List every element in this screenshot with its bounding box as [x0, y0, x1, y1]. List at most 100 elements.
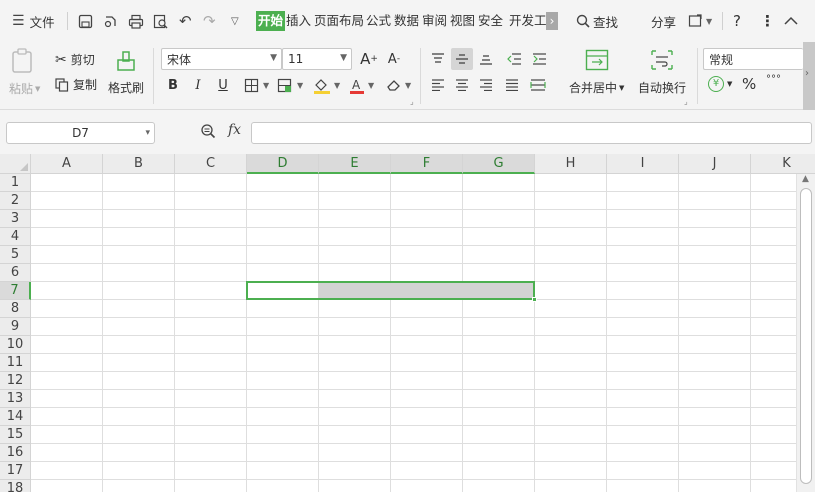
column-header-e[interactable]: E [319, 154, 391, 174]
row-header-4[interactable]: 4 [0, 228, 31, 246]
tab-home[interactable]: 开始 [256, 11, 286, 31]
row-header-6[interactable]: 6 [0, 264, 31, 282]
column-header-d[interactable]: D [247, 154, 319, 174]
tab-formulas[interactable]: 公式 [365, 11, 392, 31]
spreadsheet-grid[interactable]: ABCDEFGHIJK 1 2 3 4 5 6 7 8 9 10 11 12 13 14 15 16 17 18 … [0, 154, 815, 492]
wrap-text-button[interactable]: 自动换行 [638, 79, 686, 96]
help-button[interactable]: ? [733, 0, 741, 42]
search-button[interactable]: 查找 [576, 0, 618, 42]
chevron-down-icon[interactable]: ▼ [405, 81, 411, 90]
tab-view[interactable]: 视图 [449, 11, 476, 31]
paste-dropdown[interactable]: 粘贴 ▼ [9, 80, 40, 97]
column-header-b[interactable]: B [103, 154, 175, 174]
borders-button[interactable] [240, 74, 262, 96]
distributed-align-button[interactable] [527, 74, 549, 96]
row-header-13[interactable]: 13 [0, 390, 31, 408]
font-name-select[interactable]: 宋体 ▼ [161, 48, 282, 70]
column-header-k[interactable]: K [751, 154, 815, 174]
justify-button[interactable] [501, 74, 523, 96]
more-tabs-button[interactable]: › [546, 12, 558, 30]
tab-review[interactable]: 审阅 [421, 11, 448, 31]
paste-button[interactable] [11, 48, 33, 74]
row-header-3[interactable]: 3 [0, 210, 31, 228]
column-header-j[interactable]: J [679, 154, 751, 174]
row-header-17[interactable]: 17 [0, 462, 31, 480]
insert-function-button[interactable]: fx [228, 122, 241, 138]
row-header-18[interactable]: 18 [0, 480, 31, 492]
align-bottom-button[interactable] [475, 48, 497, 70]
chevron-down-icon[interactable]: ▼ [263, 81, 269, 90]
row-header-1[interactable]: 1 [0, 174, 31, 192]
italic-button[interactable]: I [187, 74, 209, 96]
decrease-indent-button[interactable] [503, 48, 525, 70]
number-format-select[interactable]: 常规 [703, 48, 803, 70]
row-header-8[interactable]: 8 [0, 300, 31, 318]
quick-access-dropdown-icon[interactable]: ▽ [231, 0, 239, 42]
cell-style-button[interactable] [274, 74, 296, 96]
redo-icon[interactable]: ↷ [203, 0, 216, 42]
vertical-scrollbar[interactable]: ▲ [796, 174, 815, 492]
align-middle-button[interactable] [451, 48, 473, 70]
row-header-10[interactable]: 10 [0, 336, 31, 354]
tab-developer[interactable]: 开发工 [508, 11, 548, 31]
tab-insert[interactable]: 插入 [285, 11, 312, 31]
decrease-font-size-button[interactable]: A- [383, 48, 405, 70]
cut-button[interactable]: ✂ 剪切 [55, 51, 95, 68]
ribbon-scroll-right[interactable]: › [803, 42, 815, 110]
currency-button[interactable]: ¥ ▼ [708, 76, 732, 92]
increase-font-size-button[interactable]: A + [358, 48, 380, 70]
row-header-5[interactable]: 5 [0, 246, 31, 264]
fill-handle[interactable] [532, 297, 537, 302]
underline-button[interactable]: U [212, 74, 234, 96]
scrollbar-thumb[interactable] [800, 188, 812, 484]
chevron-down-icon[interactable]: ▼ [297, 81, 303, 90]
thousands-separator-button[interactable]: °°° [766, 75, 781, 85]
row-header-2[interactable]: 2 [0, 192, 31, 210]
format-painter-button[interactable]: 格式刷 [108, 79, 144, 96]
select-all-corner[interactable] [0, 154, 31, 174]
tab-data[interactable]: 数据 [393, 11, 420, 31]
alignment-dialog-launcher-icon[interactable]: ⌟ [684, 97, 688, 106]
copy-button[interactable]: 复制 [55, 76, 97, 93]
tab-security[interactable]: 安全 [477, 11, 504, 31]
share-button[interactable]: 分享 [651, 0, 676, 42]
row-header-11[interactable]: 11 [0, 354, 31, 372]
print-icon[interactable] [128, 0, 144, 42]
font-color-button[interactable]: A [346, 74, 368, 96]
align-center-button[interactable] [451, 74, 473, 96]
scroll-up-icon[interactable]: ▲ [802, 174, 809, 184]
chevron-down-icon[interactable]: ▼ [368, 81, 374, 90]
row-header-16[interactable]: 16 [0, 444, 31, 462]
align-left-button[interactable] [427, 74, 449, 96]
row-header-12[interactable]: 12 [0, 372, 31, 390]
undo-icon[interactable]: ↶ [179, 0, 192, 42]
print-preview-icon[interactable] [153, 0, 168, 42]
clear-button[interactable] [383, 74, 405, 96]
row-header-9[interactable]: 9 [0, 318, 31, 336]
bold-button[interactable]: B [162, 74, 184, 96]
file-menu[interactable]: ☰ 文件 [12, 0, 55, 42]
save-icon[interactable] [78, 0, 93, 42]
increase-indent-button[interactable] [528, 48, 550, 70]
sync-dropdown[interactable]: ▼ [688, 0, 712, 42]
tab-page-layout[interactable]: 页面布局 [313, 11, 365, 31]
merge-center-button[interactable]: 合并居中 ▼ [569, 79, 624, 96]
font-size-select[interactable]: 11 ▼ [282, 48, 352, 70]
column-header-a[interactable]: A [31, 154, 103, 174]
name-box[interactable]: D7 ▾ [6, 122, 155, 144]
column-header-g[interactable]: G [463, 154, 535, 174]
row-header-15[interactable]: 15 [0, 426, 31, 444]
align-top-button[interactable] [427, 48, 449, 70]
column-header-i[interactable]: I [607, 154, 679, 174]
collapse-ribbon-button[interactable] [784, 0, 798, 42]
percent-button[interactable]: % [742, 75, 756, 93]
column-header-h[interactable]: H [535, 154, 607, 174]
zoom-icon[interactable] [200, 123, 216, 143]
align-right-button[interactable] [475, 74, 497, 96]
chevron-down-icon[interactable]: ▼ [334, 81, 340, 90]
font-dialog-launcher-icon[interactable]: ⌟ [410, 97, 414, 106]
formula-input[interactable] [251, 122, 812, 144]
column-header-c[interactable]: C [175, 154, 247, 174]
fill-color-button[interactable] [311, 74, 333, 96]
output-icon[interactable] [103, 0, 118, 42]
